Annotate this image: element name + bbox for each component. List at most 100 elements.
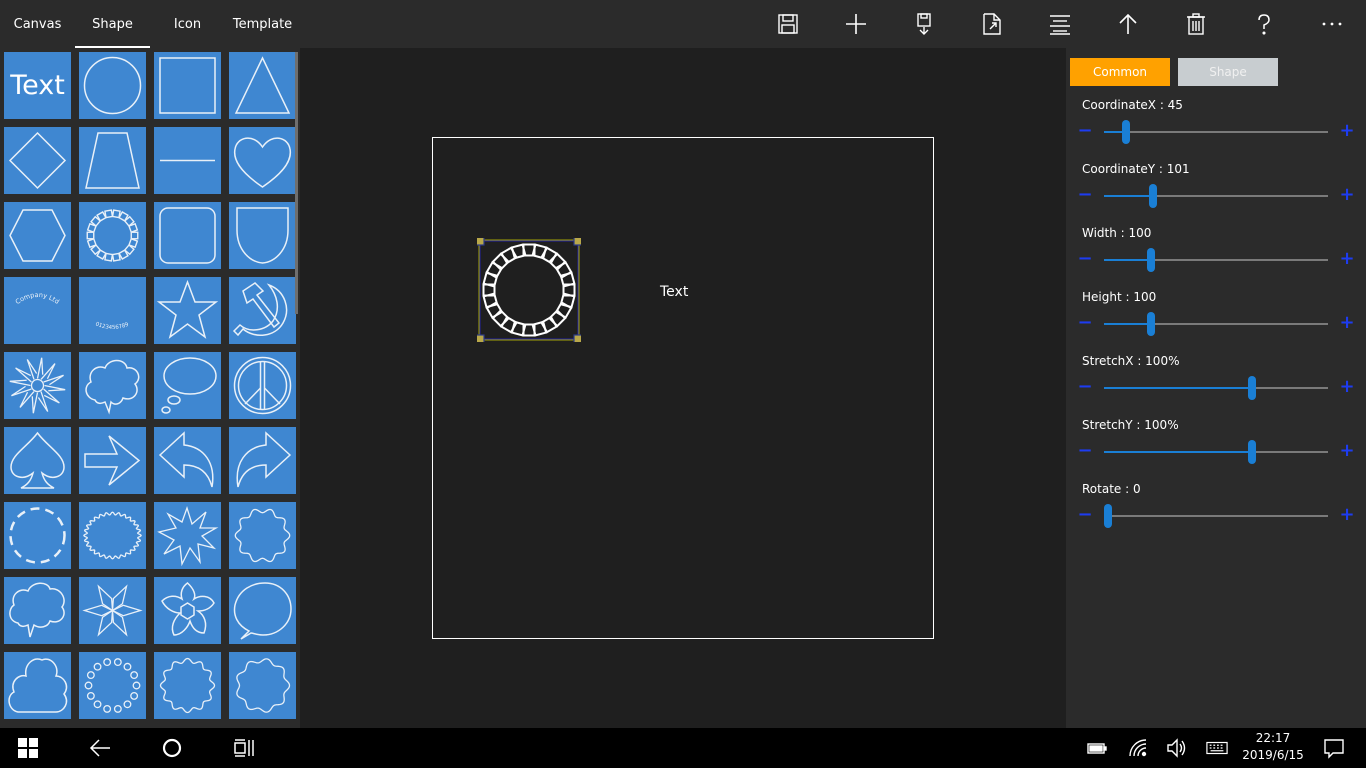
- back-button[interactable]: [88, 728, 112, 768]
- shape-flower-tile[interactable]: [154, 577, 221, 644]
- shape-thought-bubble-tile[interactable]: [154, 352, 221, 419]
- tab-canvas[interactable]: Canvas: [0, 0, 75, 48]
- shape-heart-tile[interactable]: [229, 127, 296, 194]
- slider-thumb[interactable]: [1147, 312, 1156, 336]
- property-slider[interactable]: [1104, 120, 1328, 144]
- shape-spade-tile[interactable]: [4, 427, 71, 494]
- property-slider[interactable]: [1104, 504, 1328, 528]
- shape-cloud-callout-tile[interactable]: [79, 352, 146, 419]
- slider-thumb[interactable]: [1247, 440, 1256, 464]
- export-button[interactable]: [958, 0, 1026, 48]
- decrement-button[interactable]: −: [1076, 506, 1094, 524]
- explosion-icon: [157, 505, 219, 567]
- decrement-button[interactable]: −: [1076, 378, 1094, 396]
- battery-button[interactable]: [1086, 728, 1108, 768]
- shape-arrow-right-tile[interactable]: [79, 427, 146, 494]
- shape-arrow-curve-tile[interactable]: [229, 427, 296, 494]
- shape-flower-burst-tile[interactable]: [4, 352, 71, 419]
- shape-text-tile[interactable]: Text: [4, 52, 71, 119]
- shape-hammer-sickle-tile[interactable]: [229, 277, 296, 344]
- resize-handle[interactable]: [573, 334, 581, 342]
- increment-button[interactable]: +: [1338, 250, 1356, 268]
- slider-thumb[interactable]: [1122, 120, 1131, 144]
- slider-thumb[interactable]: [1247, 376, 1256, 400]
- decrement-button[interactable]: −: [1076, 186, 1094, 204]
- shape-scalloped-oval-tile[interactable]: [79, 502, 146, 569]
- decrement-button[interactable]: −: [1076, 122, 1094, 140]
- selected-ring-shape[interactable]: [477, 238, 581, 342]
- increment-button[interactable]: +: [1338, 378, 1356, 396]
- add-button[interactable]: [822, 0, 890, 48]
- shape-shield-tile[interactable]: [229, 202, 296, 269]
- canvas-text-element[interactable]: Text: [660, 284, 688, 300]
- shape-triangle-tile[interactable]: [229, 52, 296, 119]
- shape-wavy-circle-tile[interactable]: [229, 502, 296, 569]
- shape-scalloped-circle-tile[interactable]: [229, 652, 296, 719]
- shape-ring-tile[interactable]: [79, 202, 146, 269]
- volume-button[interactable]: [1166, 728, 1188, 768]
- tab-common[interactable]: Common: [1070, 58, 1170, 86]
- decrement-button[interactable]: −: [1076, 442, 1094, 460]
- shape-circle-tile[interactable]: [79, 52, 146, 119]
- shape-cloud-callout-2-tile[interactable]: [4, 577, 71, 644]
- cortana-button[interactable]: [160, 728, 184, 768]
- slider-thumb[interactable]: [1147, 248, 1156, 272]
- delete-button[interactable]: [1162, 0, 1230, 48]
- slider-thumb[interactable]: [1104, 504, 1113, 528]
- property-slider[interactable]: [1104, 312, 1328, 336]
- increment-button[interactable]: +: [1338, 186, 1356, 204]
- property-slider[interactable]: [1104, 376, 1328, 400]
- shape-hexagon-tile[interactable]: [4, 202, 71, 269]
- shape-arrow-back-tile[interactable]: [154, 427, 221, 494]
- tab-shape-props[interactable]: Shape: [1178, 58, 1278, 86]
- shape-club-cloud-tile[interactable]: [4, 652, 71, 719]
- resize-handle[interactable]: [477, 238, 485, 246]
- save-button[interactable]: [754, 0, 822, 48]
- shape-star-tile[interactable]: [154, 277, 221, 344]
- action-center-button[interactable]: [1323, 728, 1345, 768]
- decrement-button[interactable]: −: [1076, 314, 1094, 332]
- shape-dotted-circle-tile[interactable]: [79, 652, 146, 719]
- palette-scrollbar[interactable]: [295, 52, 298, 314]
- help-icon: [1258, 14, 1270, 35]
- property-slider[interactable]: [1104, 248, 1328, 272]
- diamond-icon: [8, 131, 67, 190]
- slider-thumb[interactable]: [1149, 184, 1158, 208]
- property-slider[interactable]: [1104, 440, 1328, 464]
- increment-button[interactable]: +: [1338, 506, 1356, 524]
- task-view-button[interactable]: [232, 728, 256, 768]
- tab-template[interactable]: Template: [225, 0, 300, 48]
- clock[interactable]: 22:17 2019/6/15: [1234, 730, 1312, 764]
- more-button[interactable]: [1298, 0, 1366, 48]
- decrement-button[interactable]: −: [1076, 250, 1094, 268]
- start-button[interactable]: [16, 728, 40, 768]
- shape-pinwheel-tile[interactable]: [79, 577, 146, 644]
- shape-explosion-tile[interactable]: [154, 502, 221, 569]
- shape-line-tile[interactable]: [154, 127, 221, 194]
- shape-arc-text-top-tile[interactable]: Company Ltd: [4, 277, 71, 344]
- resize-handle[interactable]: [573, 238, 581, 246]
- shape-arc-text-bottom-tile[interactable]: 0123456789: [79, 277, 146, 344]
- shape-rounded-square-tile[interactable]: [154, 202, 221, 269]
- bring-forward-button[interactable]: [1094, 0, 1162, 48]
- save-as-button[interactable]: [890, 0, 958, 48]
- property-slider[interactable]: [1104, 184, 1328, 208]
- shape-peace-tile[interactable]: [229, 352, 296, 419]
- increment-button[interactable]: +: [1338, 442, 1356, 460]
- help-button[interactable]: [1230, 0, 1298, 48]
- drawing-canvas[interactable]: Text: [432, 137, 934, 639]
- increment-button[interactable]: +: [1338, 314, 1356, 332]
- shape-wavy-circle-2-tile[interactable]: [154, 652, 221, 719]
- increment-button[interactable]: +: [1338, 122, 1356, 140]
- tab-icon[interactable]: Icon: [150, 0, 225, 48]
- align-button[interactable]: [1026, 0, 1094, 48]
- tab-shape[interactable]: Shape: [75, 0, 150, 48]
- shape-dashed-circle-tile[interactable]: [4, 502, 71, 569]
- shape-diamond-tile[interactable]: [4, 127, 71, 194]
- resize-handle[interactable]: [477, 334, 485, 342]
- shape-trapezoid-tile[interactable]: [79, 127, 146, 194]
- shape-square-tile[interactable]: [154, 52, 221, 119]
- shape-speech-bubble-tile[interactable]: [229, 577, 296, 644]
- network-button[interactable]: [1127, 728, 1149, 768]
- keyboard-button[interactable]: [1205, 728, 1229, 768]
